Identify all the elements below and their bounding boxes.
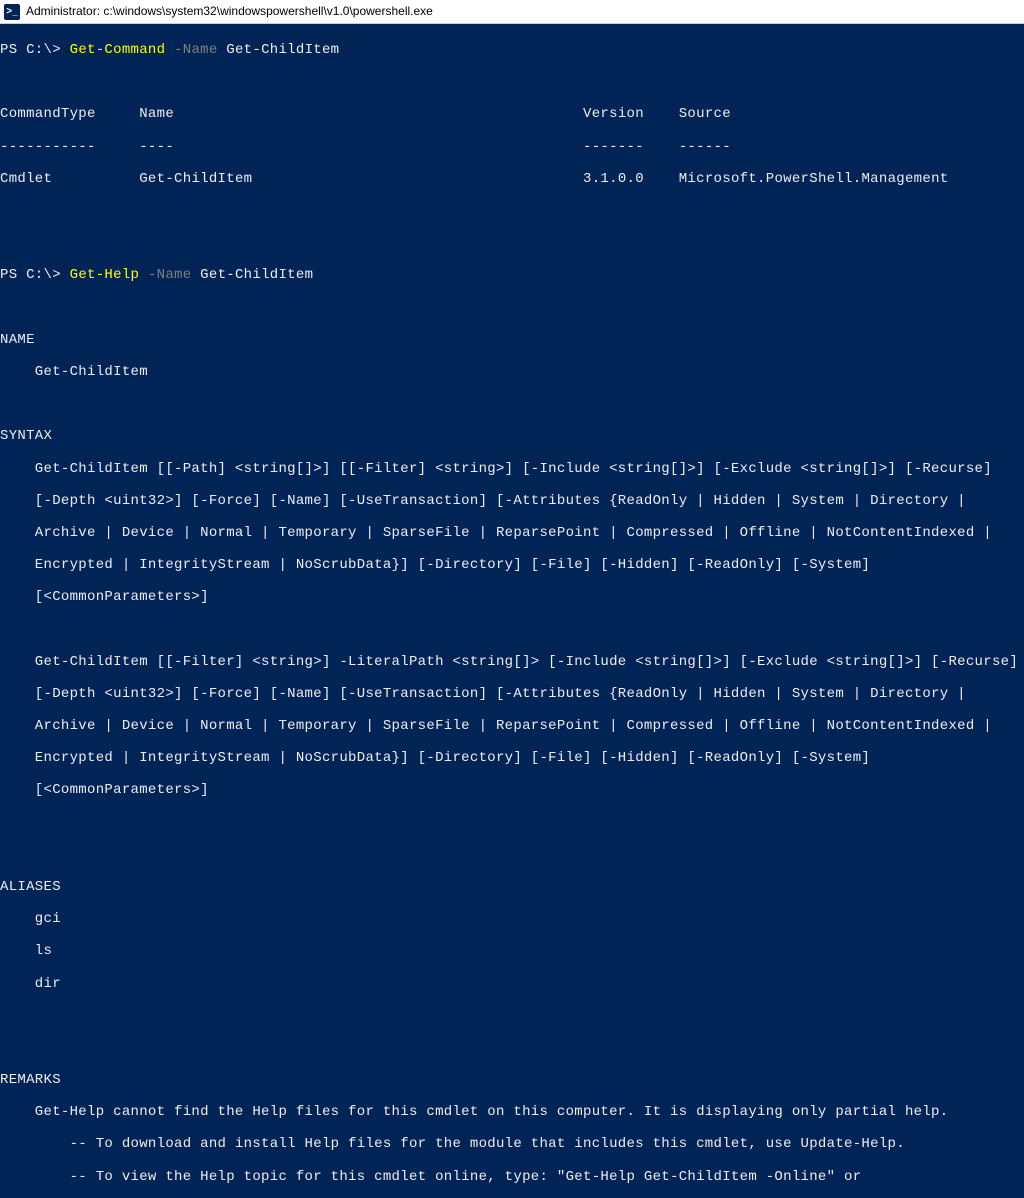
blank-line	[0, 815, 1020, 831]
cell-name: Get-ChildItem	[139, 171, 583, 187]
help-alias: gci	[0, 911, 1020, 927]
help-syntax-line: Archive | Device | Normal | Temporary | …	[0, 718, 1020, 734]
help-name-header: NAME	[0, 332, 1020, 348]
command-line-2: PS C:\> Get-Help -Name Get-ChildItem	[0, 267, 1020, 283]
col-commandtype: CommandType	[0, 106, 139, 122]
help-syntax-line: Encrypted | IntegrityStream | NoScrubDat…	[0, 557, 1020, 573]
command-line-1: PS C:\> Get-Command -Name Get-ChildItem	[0, 42, 1020, 58]
help-syntax-header: SYNTAX	[0, 428, 1020, 444]
help-remark: -- To download and install Help files fo…	[0, 1136, 1020, 1152]
param-token: -Name	[165, 42, 226, 58]
cmdlet-token: Get-Command	[70, 42, 166, 58]
help-syntax-line: Get-ChildItem [[-Filter] <string>] -Lite…	[0, 654, 1020, 670]
help-alias: dir	[0, 976, 1020, 992]
col-name: Name	[139, 106, 583, 122]
help-syntax-line: [-Depth <uint32>] [-Force] [-Name] [-Use…	[0, 686, 1020, 702]
powershell-icon: >_	[4, 4, 20, 20]
help-alias: ls	[0, 943, 1020, 959]
blank-line	[0, 1008, 1020, 1024]
help-remark: -- To view the Help topic for this cmdle…	[0, 1169, 1020, 1185]
blank-line	[0, 235, 1020, 251]
help-syntax-line: Get-ChildItem [[-Path] <string[]>] [[-Fi…	[0, 461, 1020, 477]
cell-version: 3.1.0.0	[583, 171, 679, 187]
terminal-area[interactable]: PS C:\> Get-Command -Name Get-ChildItem …	[0, 24, 1024, 1198]
help-syntax-line: Archive | Device | Normal | Temporary | …	[0, 525, 1020, 541]
param-token: -Name	[139, 267, 200, 283]
window-titlebar[interactable]: >_ Administrator: c:\windows\system32\wi…	[0, 0, 1024, 24]
table-separator: ----------- ---- ------- ------	[0, 139, 1020, 155]
blank-line	[0, 300, 1020, 316]
help-syntax-line: Encrypted | IntegrityStream | NoScrubDat…	[0, 750, 1020, 766]
prompt: PS C:\>	[0, 42, 70, 58]
arg-token: Get-ChildItem	[226, 42, 339, 58]
blank-line	[0, 396, 1020, 412]
help-syntax-line: [<CommonParameters>]	[0, 782, 1020, 798]
cell-source: Microsoft.PowerShell.Management	[679, 171, 949, 187]
help-remarks-header: REMARKS	[0, 1072, 1020, 1088]
table-header: CommandType Name Version Source	[0, 106, 1020, 122]
blank-line	[0, 1040, 1020, 1056]
col-version: Version	[583, 106, 679, 122]
table-row: Cmdlet Get-ChildItem 3.1.0.0 Microsoft.P…	[0, 171, 1020, 187]
help-syntax-line: [<CommonParameters>]	[0, 589, 1020, 605]
cmdlet-token: Get-Help	[70, 267, 140, 283]
arg-token: Get-ChildItem	[200, 267, 313, 283]
cell-commandtype: Cmdlet	[0, 171, 139, 187]
window-title: Administrator: c:\windows\system32\windo…	[26, 5, 433, 19]
prompt: PS C:\>	[0, 267, 70, 283]
help-remark: Get-Help cannot find the Help files for …	[0, 1104, 1020, 1120]
help-syntax-line: [-Depth <uint32>] [-Force] [-Name] [-Use…	[0, 493, 1020, 509]
help-aliases-header: ALIASES	[0, 879, 1020, 895]
blank-line	[0, 74, 1020, 90]
col-source: Source	[679, 106, 731, 122]
help-name-value: Get-ChildItem	[0, 364, 1020, 380]
blank-line	[0, 203, 1020, 219]
blank-line	[0, 621, 1020, 637]
blank-line	[0, 847, 1020, 863]
